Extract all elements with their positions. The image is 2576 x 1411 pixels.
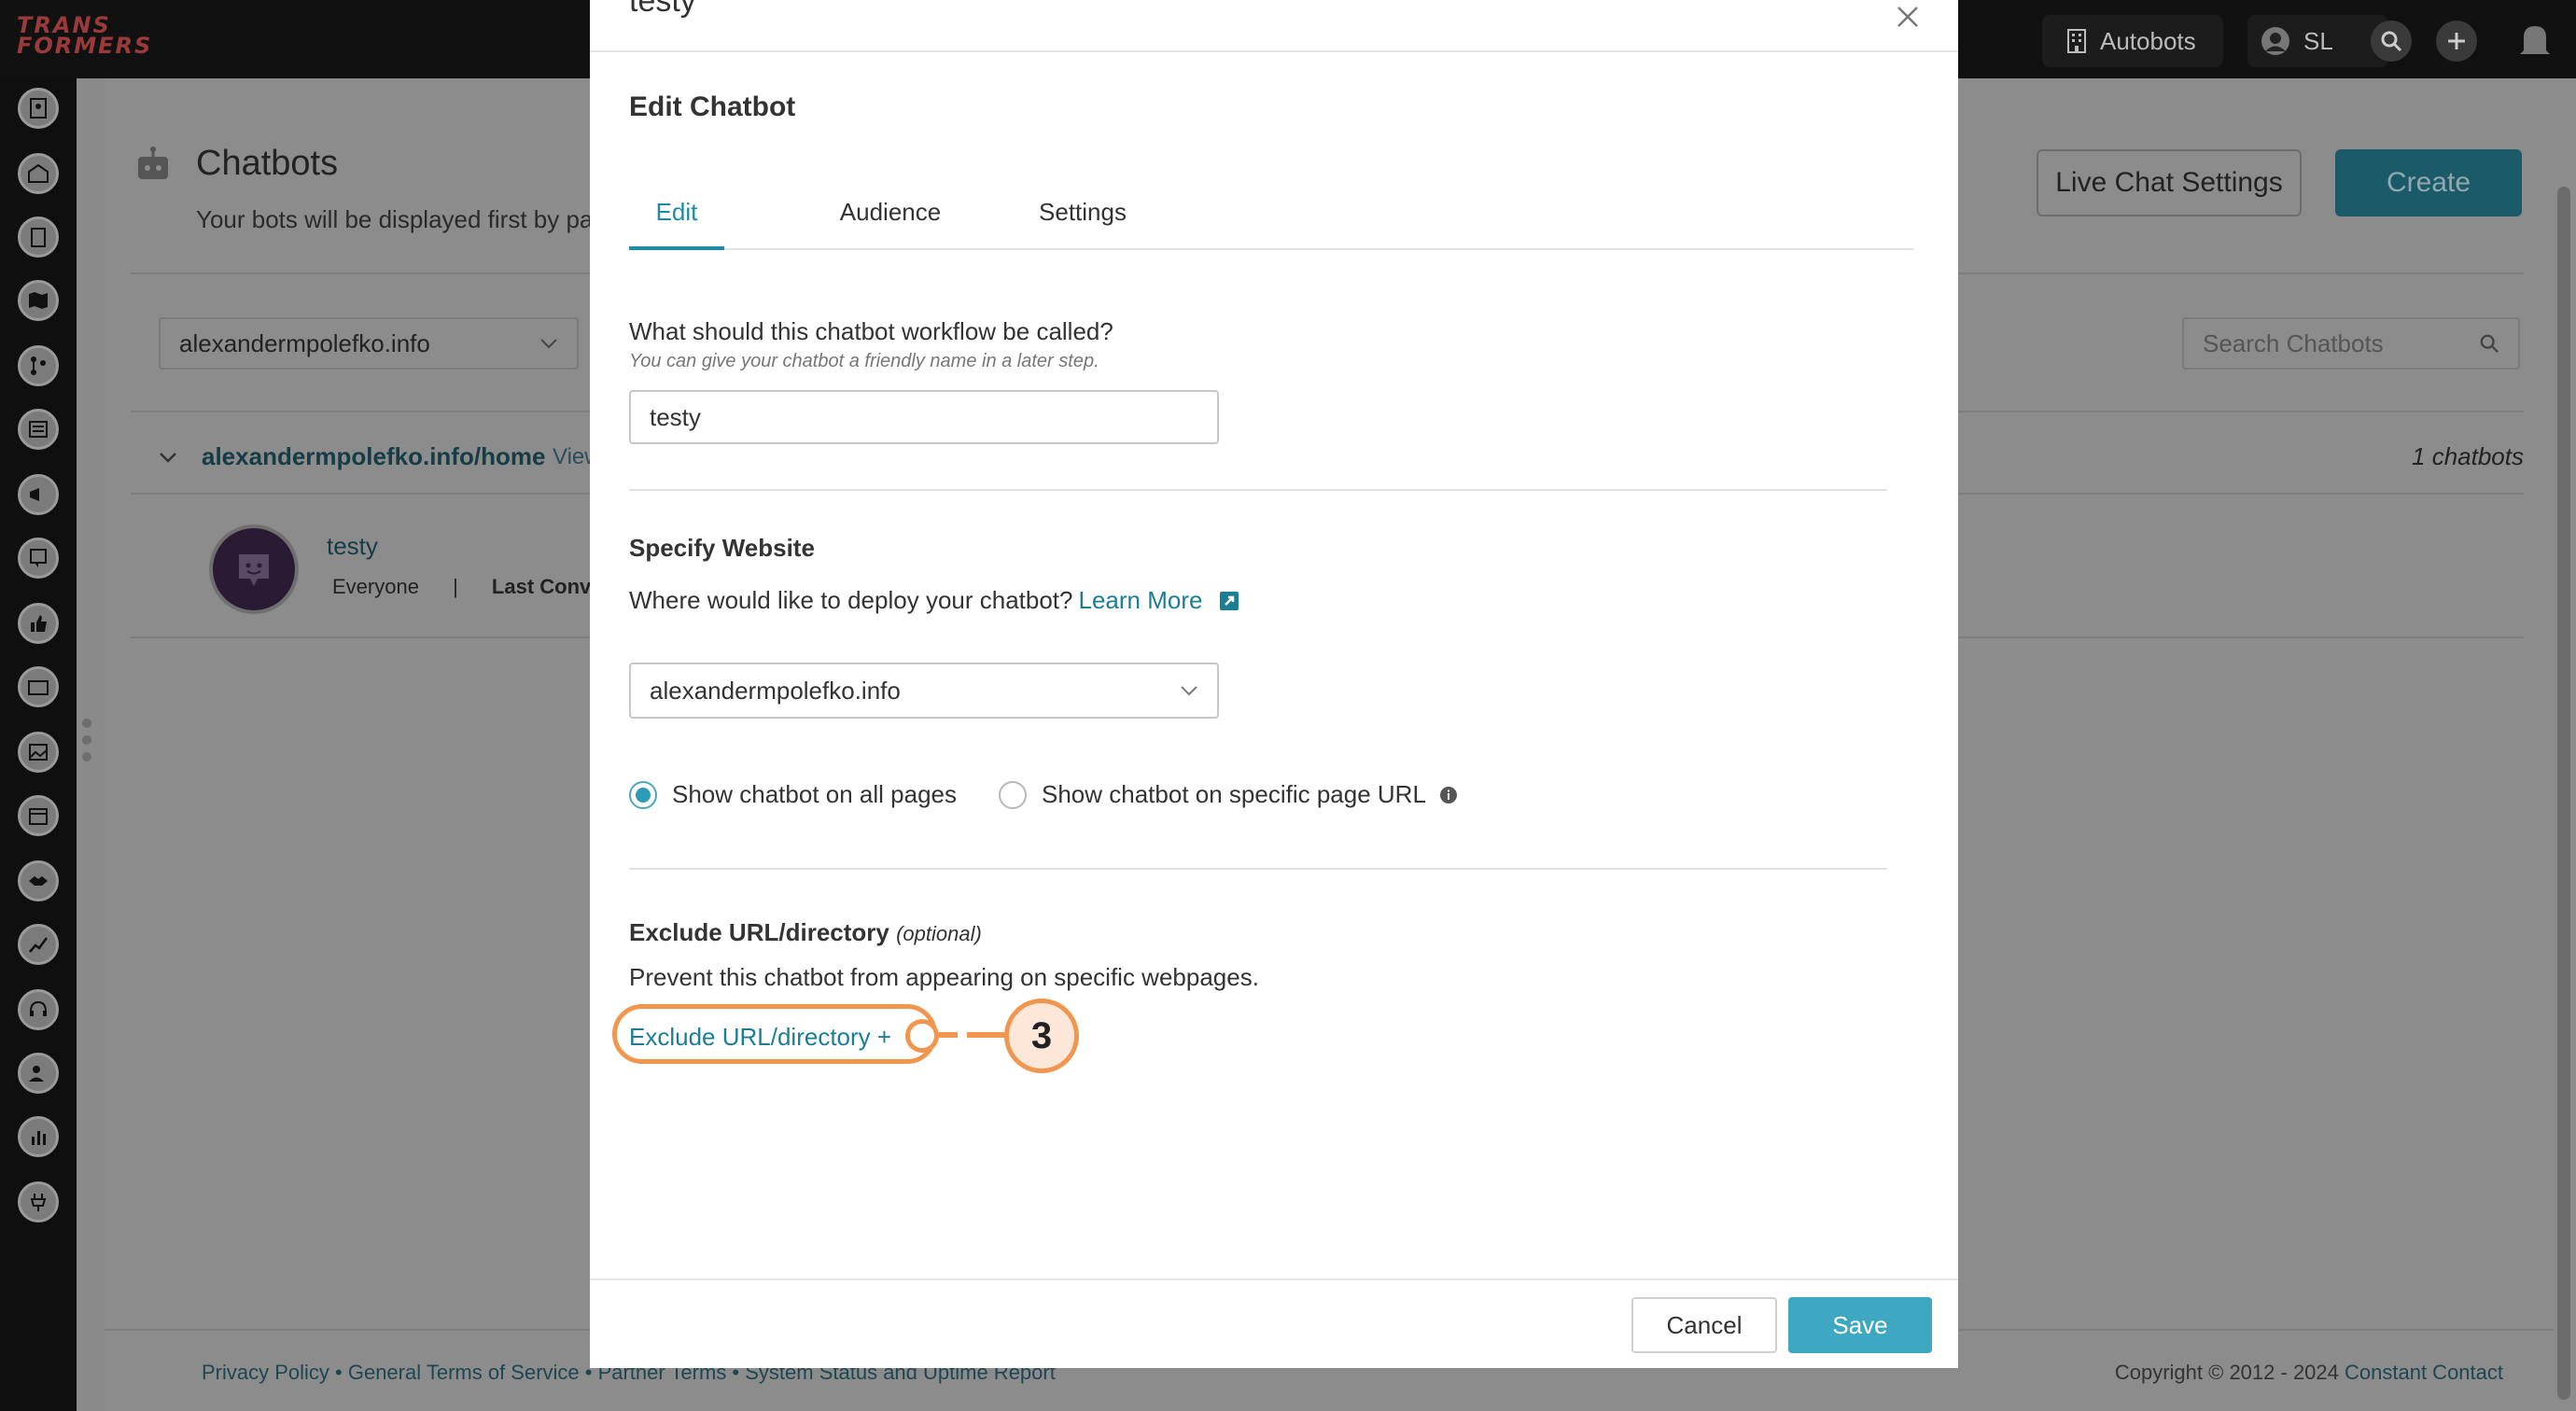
org-name: Autobots [2100,26,2196,55]
name-field-hint: You can give your chatbot a friendly nam… [629,351,1099,371]
specify-website-heading: Specify Website [629,534,815,562]
search-chatbots-placeholder: Search Chatbots [2203,328,2384,357]
live-chat-settings-button[interactable]: Live Chat Settings [2037,149,2302,217]
edit-chatbot-modal: testy Edit Chatbot Edit Audience Setting… [590,0,1958,1368]
workflow-icon[interactable] [18,345,59,386]
search-button[interactable] [2371,21,2412,62]
notifications-button[interactable] [2516,21,2554,62]
external-link-icon[interactable] [1219,591,1239,611]
tab-audience[interactable]: Audience [797,192,984,250]
chevron-down-icon [540,339,557,349]
bar-chart-icon[interactable] [18,1116,59,1157]
exclude-heading: Exclude URL/directory (optional) [629,918,982,947]
left-nav-rail [0,78,77,1411]
chatbot-name-link[interactable]: testy [327,532,378,561]
callout-highlight-ring [612,1004,937,1064]
search-icon [2381,31,2402,52]
radio-all-pages-button[interactable] [629,780,657,809]
app-logo[interactable]: TRANS FORMERS [17,14,190,60]
company-link[interactable]: Constant Contact [2345,1361,2503,1384]
user-star-icon[interactable] [18,1053,59,1094]
chatbot-audience: Everyone [332,575,419,598]
site-filter-value: alexandermpolefko.info [179,328,430,357]
clipboard-icon[interactable] [18,217,59,258]
bell-icon [2520,26,2550,54]
radio-specific-page-label: Show chatbot on specific page URL [1042,780,1426,808]
website-question-text: Where would like to deploy your chatbot? [629,586,1073,614]
section-divider [629,868,1887,870]
plug-icon[interactable] [18,1181,59,1222]
page-scrollbar-thumb[interactable] [2557,187,2570,1400]
email-icon[interactable] [18,153,59,194]
modal-footer: Cancel Save [590,1278,1958,1368]
modal-tabs: Edit Audience Settings [629,192,1913,250]
chatbot-icon[interactable] [18,538,59,579]
callout-anchor-dot [905,1019,939,1053]
info-icon[interactable] [1439,786,1458,804]
handshake-icon[interactable] [18,860,59,901]
exclude-description: Prevent this chatbot from appearing on s… [629,963,1259,991]
radio-specific-page-button[interactable] [999,780,1027,809]
search-chatbots-input[interactable]: Search Chatbots [2182,317,2520,370]
chevron-down-icon [160,452,176,463]
add-button[interactable] [2436,21,2477,62]
modal-heading: Edit Chatbot [629,91,796,122]
create-button[interactable]: Create [2335,149,2522,217]
learn-more-link[interactable]: Learn More [1079,586,1203,615]
section-divider [629,489,1887,491]
image-icon[interactable] [18,732,59,773]
user-avatar-icon [2261,27,2289,55]
building-icon [2067,29,2086,53]
search-icon [2480,334,2499,353]
modal-header: testy [590,0,1958,52]
chat-bubble-icon [239,554,269,586]
user-initials: SL [2303,26,2333,55]
analytics-icon[interactable] [18,924,59,965]
map-icon[interactable] [18,280,59,321]
footer-copyright: Copyright © 2012 - 2024 Constant Contact [2115,1361,2503,1385]
website-question: Where would like to deploy your chatbot?… [629,586,1239,615]
modal-title: testy [629,0,696,19]
chatbot-avatar [209,524,299,614]
radio-all-pages[interactable]: Show chatbot on all pages [629,780,957,809]
save-button[interactable]: Save [1788,1297,1932,1353]
callout-step-badge: 3 [1004,999,1079,1073]
plus-icon [2448,33,2465,49]
website-select[interactable]: alexandermpolefko.info [629,663,1219,719]
tab-settings[interactable]: Settings [999,192,1167,250]
org-switcher-button[interactable]: Autobots [2042,15,2223,67]
thumbs-up-icon[interactable] [18,603,59,644]
tv-icon[interactable] [18,666,59,707]
headset-icon[interactable] [18,989,59,1030]
radio-all-pages-label: Show chatbot on all pages [672,780,957,808]
megaphone-icon[interactable] [18,474,59,515]
name-field-label: What should this chatbot workflow be cal… [629,317,1113,345]
page-title: Chatbots [196,144,339,183]
list-icon[interactable] [18,409,59,450]
callout-connector [939,1032,1008,1038]
site-group-label: alexandermpolefko.info/home [202,442,546,470]
robot-icon [138,147,168,179]
optional-tag: (optional) [896,922,982,945]
website-select-value: alexandermpolefko.info [650,676,901,705]
cancel-button[interactable]: Cancel [1631,1297,1777,1353]
tab-edit[interactable]: Edit [629,192,724,250]
logo-line-2: FORMERS [17,33,153,59]
copyright-text: Copyright © 2012 - 2024 [2114,1361,2339,1384]
close-icon[interactable] [1893,4,1921,32]
chatbot-meta: Everyone | Last Convers [332,575,622,599]
rail-resize-handle[interactable] [82,719,93,769]
chatbot-count: 1 chatbots [2412,442,2524,470]
page-subtitle: Your bots will be displayed first by pag… [196,205,621,233]
contacts-icon[interactable] [18,88,59,129]
exclude-heading-text: Exclude URL/directory [629,918,889,946]
user-menu-button[interactable]: SL [2247,15,2387,67]
site-group-header[interactable]: alexandermpolefko.info/home [159,442,545,471]
radio-specific-page[interactable]: Show chatbot on specific page URL [999,780,1458,809]
meta-separator: | [453,575,458,598]
calendar-icon[interactable] [18,795,59,836]
chatbot-name-input[interactable]: testy [629,390,1219,444]
site-filter-select[interactable]: alexandermpolefko.info [159,317,579,370]
chevron-down-icon [1181,686,1197,696]
